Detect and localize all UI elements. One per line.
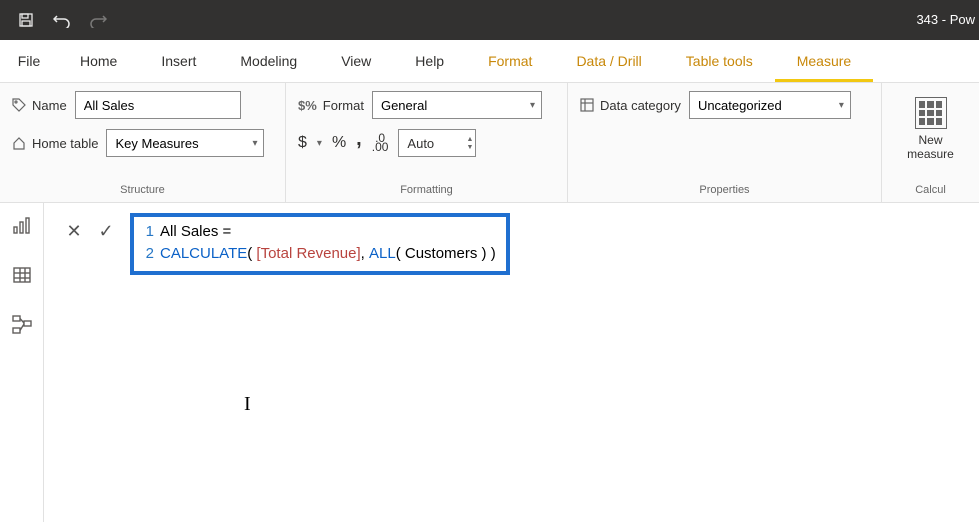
qat [8, 2, 116, 38]
data-category-dropdown[interactable]: Uncategorized ▾ [689, 91, 851, 119]
commit-formula-button[interactable]: ✓ [92, 217, 120, 245]
save-icon[interactable] [8, 2, 44, 38]
decimals-spinner[interactable]: Auto ▲▼ [398, 129, 476, 157]
formula-actions: ✕ ✓ [60, 213, 120, 245]
window-title: 343 - Pow [916, 0, 979, 40]
formula-bar: ✕ ✓ 1 All Sales = 2 CALCULATE( [Total Re… [44, 203, 979, 275]
chevron-down-icon: ▾ [252, 138, 257, 149]
home-table-label: Home table [12, 136, 98, 151]
view-rail [0, 203, 44, 522]
properties-group-label: Properties [580, 180, 869, 202]
structure-group-label: Structure [12, 180, 273, 202]
tab-measure-tools[interactable]: Measure [775, 39, 873, 82]
tag-icon [12, 98, 26, 112]
undo-icon[interactable] [44, 2, 80, 38]
main-area: Sh ✕ ✓ 1 All Sales = 2 CALCULATE( [Total… [0, 203, 979, 522]
chevron-down-icon[interactable]: ▾ [317, 138, 322, 149]
thousands-button[interactable]: , [356, 128, 362, 151]
decimals-button[interactable]: .0.00 [372, 134, 389, 152]
text-cursor-icon: I [244, 393, 251, 416]
tab-file[interactable]: File [0, 39, 58, 82]
redo-icon [80, 2, 116, 38]
tab-format[interactable]: Format [466, 39, 554, 82]
tab-view[interactable]: View [319, 39, 393, 82]
data-view-icon[interactable] [12, 266, 32, 289]
new-measure-line1: New [907, 133, 954, 147]
comma: , [361, 243, 369, 265]
ribbon-group-structure: Name Home table Key Measures ▾ Structure [0, 83, 286, 202]
home-icon [12, 136, 26, 150]
dax-column: [Total Revenue] [256, 243, 360, 265]
decimals-value: Auto [407, 136, 434, 151]
ribbon-tabs: File Home Insert Modeling View Help Form… [0, 40, 979, 83]
ribbon-group-formatting: $% Format General ▾ $ ▾ % , .0.00 Auto ▲… [286, 83, 568, 202]
tab-insert[interactable]: Insert [139, 39, 218, 82]
home-table-value: Key Measures [115, 136, 198, 151]
percent-button[interactable]: % [332, 134, 346, 152]
report-view-icon[interactable] [12, 217, 32, 240]
model-view-icon[interactable] [12, 315, 32, 340]
new-measure-line2: measure [907, 147, 954, 161]
paren: ( [247, 243, 256, 265]
formula-line-2: 2 CALCULATE( [Total Revenue], ALL( Custo… [140, 243, 496, 265]
format-value: General [381, 98, 427, 113]
formula-editor[interactable]: 1 All Sales = 2 CALCULATE( [Total Revenu… [130, 213, 510, 275]
tab-modeling[interactable]: Modeling [218, 39, 319, 82]
titlebar: 343 - Pow [0, 0, 979, 40]
tab-table-tools[interactable]: Table tools [664, 39, 775, 82]
formula-text: All Sales = [160, 221, 231, 243]
chevron-down-icon: ▾ [839, 100, 844, 111]
paren: ) [491, 243, 496, 265]
spinner-buttons[interactable]: ▲▼ [466, 136, 473, 151]
calculator-icon [915, 97, 947, 129]
dax-function: CALCULATE [160, 243, 247, 265]
data-category-label: Data category [580, 98, 681, 113]
name-label-text: Name [32, 98, 67, 113]
tab-help[interactable]: Help [393, 39, 466, 82]
cancel-formula-button[interactable]: ✕ [60, 217, 88, 245]
ribbon-group-properties: Data category Uncategorized ▾ Properties [568, 83, 882, 202]
tab-home[interactable]: Home [58, 39, 139, 82]
data-category-value: Uncategorized [698, 98, 782, 113]
formatting-group-label: Formatting [298, 180, 555, 202]
format-icon: $% [298, 98, 317, 113]
name-input[interactable] [75, 91, 241, 119]
ribbon-content: Name Home table Key Measures ▾ Structure [0, 83, 979, 203]
home-table-dropdown[interactable]: Key Measures ▾ [106, 129, 264, 157]
calculations-group-label: Calcul [894, 180, 967, 202]
line-number: 2 [140, 243, 154, 265]
ribbon-group-calculations: New measure Calcul [882, 83, 979, 202]
format-label-text: Format [323, 98, 364, 113]
line-number: 1 [140, 221, 154, 243]
format-label: $% Format [298, 98, 364, 113]
args: ( Customers ) [396, 243, 491, 265]
chevron-down-icon: ▾ [530, 100, 535, 111]
format-dropdown[interactable]: General ▾ [372, 91, 542, 119]
home-table-label-text: Home table [32, 136, 98, 151]
data-category-label-text: Data category [600, 98, 681, 113]
new-measure-button[interactable]: New measure [899, 91, 962, 162]
category-icon [580, 98, 594, 112]
dax-function: ALL [369, 243, 396, 265]
new-measure-label: New measure [907, 133, 954, 162]
tab-data-drill[interactable]: Data / Drill [554, 39, 663, 82]
formula-line-1: 1 All Sales = [140, 221, 496, 243]
currency-button[interactable]: $ [298, 134, 307, 152]
report-canvas[interactable]: Sh ✕ ✓ 1 All Sales = 2 CALCULATE( [Total… [44, 203, 979, 522]
name-label: Name [12, 98, 67, 113]
